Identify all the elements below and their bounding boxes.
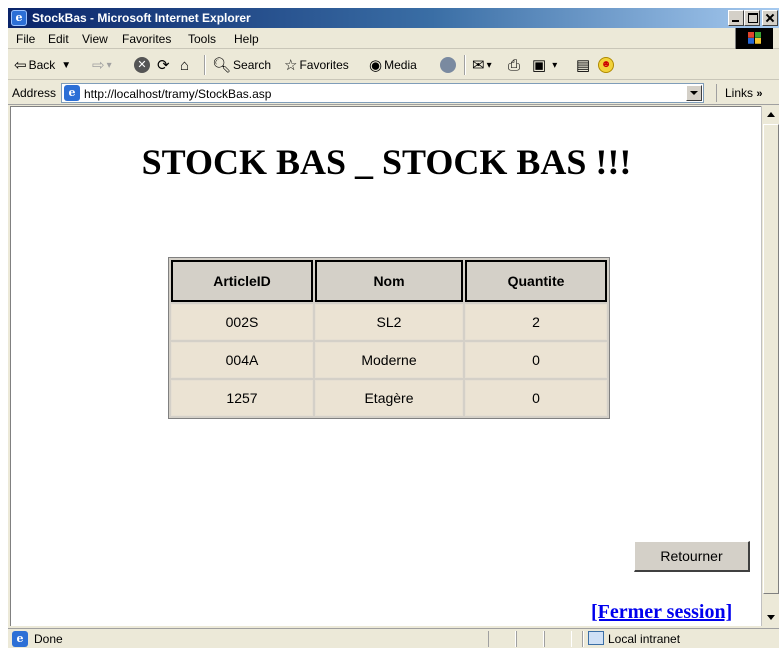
forward-dropdown-icon: ▾ [106, 59, 112, 71]
edit-icon: ▣ [532, 57, 547, 74]
menu-bar: File Edit View Favorites Tools Help [8, 28, 779, 49]
edit-dropdown-icon: ▾ [552, 59, 558, 71]
history-button[interactable] [440, 50, 456, 80]
page-heading: STOCK BAS _ STOCK BAS !!! [141, 142, 632, 182]
menu-help[interactable]: Help [234, 32, 259, 46]
scroll-up-button[interactable] [763, 107, 779, 123]
favorites-label: Favorites [299, 58, 349, 72]
column-header-quantite: Quantite [465, 260, 607, 302]
menu-file[interactable]: File [16, 32, 35, 46]
discuss-button[interactable]: ▤ [576, 50, 592, 80]
address-bar: Address e http://localhost/tramy/StockBa… [8, 81, 779, 105]
cell-articleid: 004A [171, 342, 313, 378]
cell-quantite: 0 [465, 342, 607, 378]
print-button[interactable]: ⎙ [508, 50, 522, 80]
mail-dropdown-icon: ▾ [486, 59, 492, 71]
links-label: Links [725, 86, 754, 100]
page-content: STOCK BAS _ STOCK BAS !!! ArticleID Nom … [10, 106, 761, 626]
back-dropdown-icon[interactable]: ▼ [61, 60, 71, 71]
favorites-button[interactable]: ☆ Favorites [284, 50, 349, 80]
back-button[interactable]: ⇦ Back ▼ [14, 50, 73, 80]
status-bar: e Done Local intranet [8, 628, 779, 648]
home-button[interactable]: ⌂ [180, 50, 191, 80]
cell-articleid: 1257 [171, 380, 313, 416]
scroll-thumb[interactable] [763, 124, 779, 594]
links-toolbar[interactable]: Links » [716, 84, 762, 102]
security-zone-label: Local intranet [608, 632, 681, 646]
title-bar[interactable]: e StockBas - Microsoft Internet Explorer [8, 8, 779, 28]
back-label: Back [28, 58, 56, 72]
retourner-button[interactable]: Retourner [634, 541, 750, 572]
menu-favorites[interactable]: Favorites [122, 32, 171, 46]
stop-button[interactable]: ✕ [134, 50, 150, 80]
vertical-scrollbar[interactable] [761, 106, 779, 626]
window-title: StockBas - Microsoft Internet Explorer [32, 11, 251, 25]
home-icon: ⌂ [180, 56, 190, 74]
table-row: 004A Moderne 0 [171, 342, 607, 378]
menu-tools[interactable]: Tools [188, 32, 216, 46]
stock-table: ArticleID Nom Quantite 002S SL2 2 004A M… [168, 257, 610, 419]
fermer-session-link[interactable]: [Fermer session] [591, 601, 732, 624]
discuss-icon: ▤ [576, 57, 591, 74]
messenger-icon: ☻ [598, 57, 614, 73]
close-button[interactable] [762, 10, 778, 26]
windows-logo-icon [735, 28, 773, 49]
cell-quantite: 0 [465, 380, 607, 416]
edit-button[interactable]: ▣ ▾ [532, 50, 559, 80]
column-header-articleid: ArticleID [171, 260, 313, 302]
browser-window: e StockBas - Microsoft Internet Explorer… [8, 8, 779, 648]
media-button[interactable]: ◉ Media [369, 50, 417, 80]
chevron-right-icon[interactable]: » [756, 88, 762, 100]
scroll-down-button[interactable] [763, 609, 779, 625]
mail-icon: ✉ [472, 57, 485, 74]
history-icon [440, 57, 456, 73]
ie-icon: e [11, 10, 27, 26]
refresh-icon: ⟳ [157, 57, 170, 74]
toolbar-separator [204, 55, 206, 75]
status-panel [582, 631, 584, 647]
minimize-button[interactable] [728, 10, 744, 26]
table-row: 002S SL2 2 [171, 304, 607, 340]
maximize-button[interactable] [744, 10, 760, 26]
table-row: 1257 Etagère 0 [171, 380, 607, 416]
media-label: Media [384, 58, 417, 72]
cell-nom: Moderne [315, 342, 463, 378]
column-header-nom: Nom [315, 260, 463, 302]
forward-button[interactable]: ⇨ ▾ [92, 50, 114, 80]
search-icon: 🔍︎ [212, 57, 232, 74]
address-label: Address [12, 86, 57, 100]
menu-view[interactable]: View [82, 32, 108, 46]
cell-nom: SL2 [315, 304, 463, 340]
messenger-button[interactable]: ☻ [598, 50, 614, 80]
toolbar: ⇦ Back ▼ ⇨ ▾ ✕ ⟳ ⌂ 🔍︎ Search ☆ Favorites… [8, 50, 779, 80]
back-arrow-icon: ⇦ [14, 57, 27, 74]
mail-button[interactable]: ✉ ▾ [472, 50, 494, 80]
address-url[interactable]: http://localhost/tramy/StockBas.asp [84, 87, 271, 101]
local-intranet-icon [588, 631, 604, 645]
media-icon: ◉ [369, 57, 383, 74]
refresh-button[interactable]: ⟳ [157, 50, 172, 80]
status-panel [488, 631, 516, 647]
search-button[interactable]: 🔍︎ Search [212, 50, 271, 80]
page-done-icon: e [12, 631, 28, 647]
forward-arrow-icon: ⇨ [92, 57, 105, 74]
status-text: Done [34, 632, 63, 646]
toolbar-separator [464, 55, 466, 75]
menu-edit[interactable]: Edit [48, 32, 69, 46]
cell-nom: Etagère [315, 380, 463, 416]
status-panel [516, 631, 544, 647]
address-dropdown-button[interactable] [686, 85, 702, 101]
print-icon: ⎙ [508, 56, 521, 74]
cell-articleid: 002S [171, 304, 313, 340]
status-panel [544, 631, 572, 647]
cell-quantite: 2 [465, 304, 607, 340]
table-header-row: ArticleID Nom Quantite [171, 260, 607, 302]
address-input[interactable]: e http://localhost/tramy/StockBas.asp [61, 83, 704, 103]
stop-icon: ✕ [134, 57, 150, 73]
search-label: Search [233, 58, 272, 72]
page-icon: e [64, 85, 80, 101]
favorites-icon: ☆ [284, 57, 298, 74]
